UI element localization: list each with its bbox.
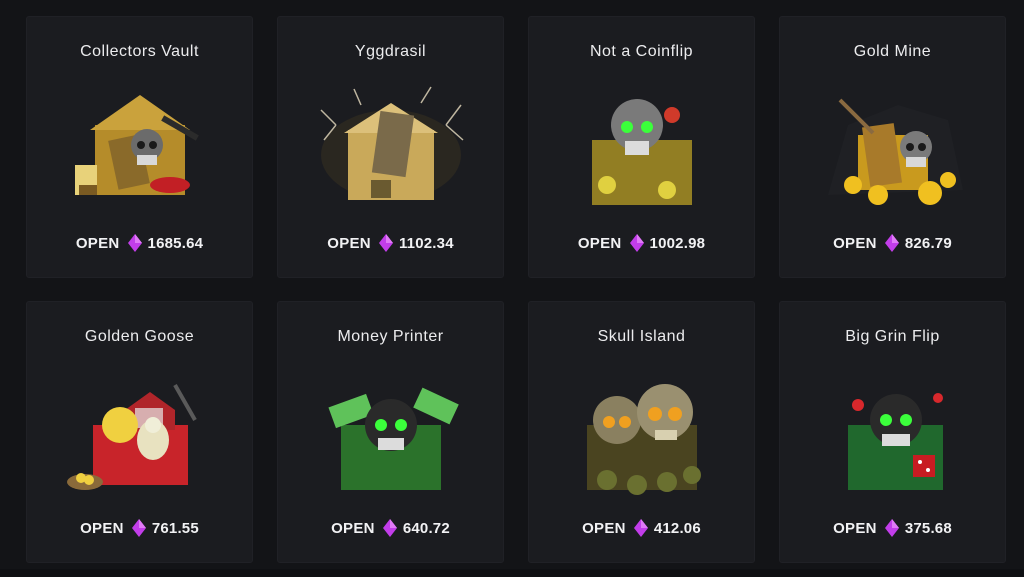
case-title: Skull Island xyxy=(597,328,686,345)
case-title: Not a Coinflip xyxy=(589,43,694,60)
purple-gem-icon xyxy=(629,234,644,252)
case-price: 1002.98 xyxy=(649,234,706,252)
collectors-vault-case-icon xyxy=(65,85,215,215)
open-button[interactable]: OPEN 1002.98 xyxy=(529,234,754,252)
open-button[interactable]: OPEN 1685.64 xyxy=(27,234,252,252)
case-price: 640.72 xyxy=(402,519,450,537)
case-price: 412.06 xyxy=(653,519,701,537)
open-label: OPEN xyxy=(833,234,877,252)
purple-gem-icon xyxy=(633,519,648,537)
case-card-skull-island[interactable]: Skull Island OPEN 412.06 xyxy=(528,301,755,563)
open-label: OPEN xyxy=(331,519,375,537)
gold-mine-case-icon xyxy=(818,85,968,215)
money-printer-case-icon xyxy=(316,370,466,500)
case-grid: Collectors Vault OPEN 1685.64 Yggdrasil … xyxy=(26,16,1006,563)
open-button[interactable]: OPEN 1102.34 xyxy=(278,234,503,252)
case-title: Big Grin Flip xyxy=(845,328,940,345)
case-card-collectors-vault[interactable]: Collectors Vault OPEN 1685.64 xyxy=(26,16,253,278)
skull-island-case-icon xyxy=(567,370,717,500)
case-title: Money Printer xyxy=(337,328,444,345)
case-title: Golden Goose xyxy=(84,328,195,345)
open-label: OPEN xyxy=(80,519,124,537)
big-grin-flip-case-icon xyxy=(818,370,968,500)
open-label: OPEN xyxy=(327,234,371,252)
open-label: OPEN xyxy=(582,519,626,537)
purple-gem-icon xyxy=(378,234,393,252)
open-button[interactable]: OPEN 640.72 xyxy=(278,519,503,537)
open-button[interactable]: OPEN 412.06 xyxy=(529,519,754,537)
case-card-gold-mine[interactable]: Gold Mine OPEN 826.79 xyxy=(779,16,1006,278)
open-label: OPEN xyxy=(75,234,120,252)
open-button[interactable]: OPEN 761.55 xyxy=(27,519,252,537)
open-label: OPEN xyxy=(833,519,877,537)
case-title: Gold Mine xyxy=(853,43,932,60)
purple-gem-icon xyxy=(382,519,397,537)
case-price: 1102.34 xyxy=(398,234,454,252)
case-card-money-printer[interactable]: Money Printer OPEN 640.72 xyxy=(277,301,504,563)
purple-gem-icon xyxy=(884,519,899,537)
case-price: 375.68 xyxy=(904,519,952,537)
purple-gem-icon xyxy=(884,234,899,252)
purple-gem-icon xyxy=(127,234,142,252)
case-card-yggdrasil[interactable]: Yggdrasil OPEN 1102.34 xyxy=(277,16,504,278)
open-button[interactable]: OPEN 826.79 xyxy=(780,234,1005,252)
open-button[interactable]: OPEN 375.68 xyxy=(780,519,1005,537)
case-card-golden-goose[interactable]: Golden Goose OPEN 761.55 xyxy=(26,301,253,563)
case-price: 761.55 xyxy=(151,519,199,537)
bottom-edge xyxy=(0,569,1024,577)
yggdrasil-case-icon xyxy=(316,85,466,215)
case-title: Yggdrasil xyxy=(354,43,427,60)
open-label: OPEN xyxy=(577,234,622,252)
case-title: Collectors Vault xyxy=(80,43,199,60)
case-card-not-a-coinflip[interactable]: Not a Coinflip OPEN 1002.98 xyxy=(528,16,755,278)
not-a-coinflip-case-icon xyxy=(567,85,717,215)
case-card-big-grin-flip[interactable]: Big Grin Flip OPEN 375.68 xyxy=(779,301,1006,563)
golden-goose-case-icon xyxy=(65,370,215,500)
purple-gem-icon xyxy=(131,519,146,537)
case-price: 1685.64 xyxy=(147,234,204,252)
case-price: 826.79 xyxy=(904,234,952,252)
